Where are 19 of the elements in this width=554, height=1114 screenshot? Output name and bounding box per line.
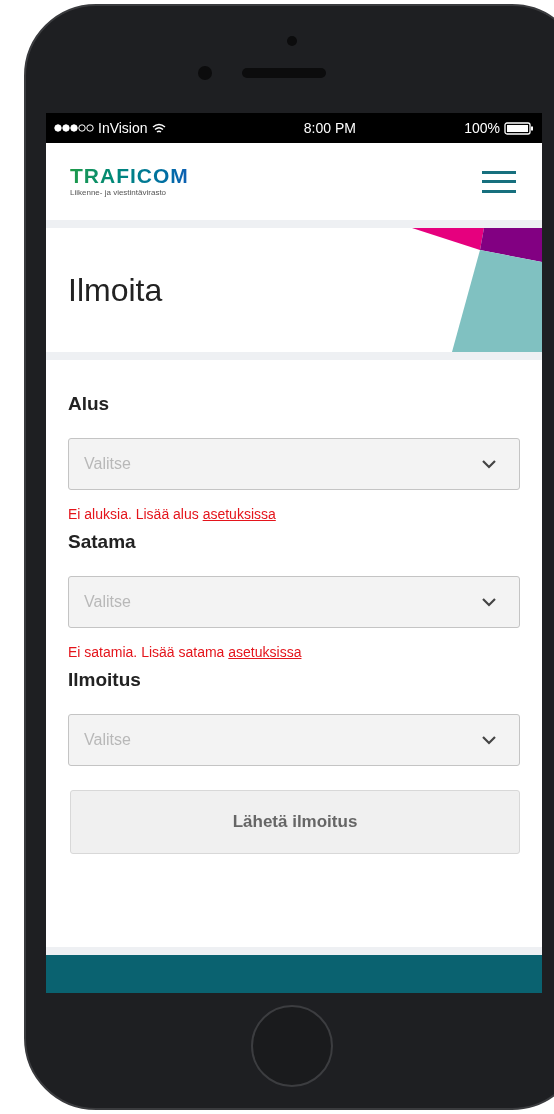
carrier-name: InVision xyxy=(98,118,148,138)
field-label: Alus xyxy=(68,392,111,416)
error-message: Ei satamia. Lisää satama asetuksissa xyxy=(68,643,303,662)
chevron-down-icon xyxy=(481,735,497,745)
wifi-icon xyxy=(151,122,166,134)
chevron-down-icon xyxy=(481,459,497,469)
page-title: Ilmoita xyxy=(68,271,163,310)
field-label: Satama xyxy=(68,530,137,554)
menu-icon[interactable] xyxy=(482,168,516,195)
error-message: Ei aluksia. Lisää alus asetuksissa xyxy=(68,505,277,524)
logo-subtitle: Liikenne- ja viestintävirasto xyxy=(70,186,168,199)
battery-icon xyxy=(504,121,534,135)
clock-time: 8:00 PM xyxy=(303,118,356,138)
battery-percent: 100% xyxy=(464,118,500,138)
field-label: Ilmoitus xyxy=(68,668,142,692)
chevron-down-icon xyxy=(481,597,497,607)
settings-link[interactable]: asetuksissa xyxy=(202,506,276,522)
settings-link[interactable]: asetuksissa xyxy=(228,644,302,660)
signal-icon xyxy=(54,124,94,132)
